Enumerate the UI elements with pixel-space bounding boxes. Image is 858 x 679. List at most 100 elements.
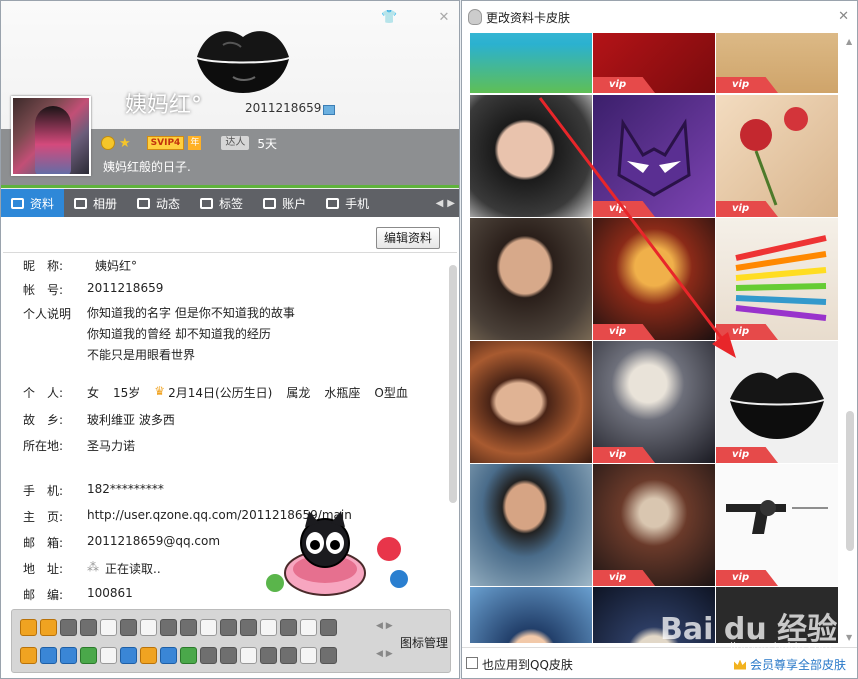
- diamond-icon[interactable]: [140, 619, 157, 636]
- game-icon[interactable]: [40, 619, 57, 636]
- play-icon[interactable]: [180, 647, 197, 664]
- cow-icon[interactable]: [100, 647, 117, 664]
- diamond-icon[interactable]: [160, 619, 177, 636]
- tab-tags[interactable]: 标签: [190, 189, 253, 217]
- vip-tag: vip: [716, 77, 778, 93]
- email-label: 邮 箱:: [23, 536, 64, 550]
- chevron-right-icon[interactable]: ▶: [447, 198, 455, 209]
- homepage-label: 主 页:: [23, 510, 64, 524]
- qzone-icon[interactable]: [40, 647, 57, 664]
- tab-feed[interactable]: 动态: [127, 189, 190, 217]
- camera-icon[interactable]: [60, 647, 77, 664]
- mobile-icon[interactable]: [160, 647, 177, 664]
- info-row-nick: 昵 称: 姨妈红°: [23, 257, 137, 274]
- smile-icon[interactable]: [101, 136, 115, 150]
- download-icon[interactable]: [320, 619, 337, 636]
- farm-icon[interactable]: [80, 647, 97, 664]
- heart-icon[interactable]: [280, 619, 297, 636]
- skin-icon[interactable]: [320, 647, 337, 664]
- scrollbar-thumb[interactable]: [449, 265, 457, 503]
- diamond-icon[interactable]: [200, 619, 217, 636]
- shield-icon[interactable]: [240, 647, 257, 664]
- birthday: ♛ 2月14日(公历生日): [154, 384, 272, 401]
- nick-value: 姨妈红°: [95, 259, 138, 273]
- tab-scroll[interactable]: ◀ ▶: [436, 189, 459, 217]
- skin-thumb-hawkeye[interactable]: vip: [593, 95, 715, 217]
- camera-icon[interactable]: [280, 647, 297, 664]
- skin-thumb-actor-2[interactable]: [470, 464, 592, 586]
- app-icon[interactable]: [200, 647, 217, 664]
- diamond-icon[interactable]: [260, 619, 277, 636]
- close-icon[interactable]: ✕: [437, 11, 451, 25]
- blood-type: O型血: [374, 386, 408, 400]
- skin-thumb-lips[interactable]: vip: [716, 341, 838, 463]
- album-icon: [74, 197, 88, 209]
- skin-thumb-actress-2[interactable]: [470, 341, 592, 463]
- diamond-icon[interactable]: [300, 619, 317, 636]
- accent-line: [1, 185, 459, 188]
- tab-account[interactable]: 账户: [253, 189, 316, 217]
- skin-thumb-game-feathers[interactable]: vip: [593, 464, 715, 586]
- skin-thumb-pencils[interactable]: vip: [716, 218, 838, 340]
- close-icon[interactable]: ✕: [838, 9, 849, 24]
- star-icon[interactable]: ★: [119, 136, 131, 151]
- diamond-icon[interactable]: [220, 619, 237, 636]
- profile-card-window: 👕 ✕ 姨妈红° 2011218659 ★ SVIP4 年 达人 5天 姨妈红般…: [0, 0, 460, 679]
- star-icon[interactable]: [240, 619, 257, 636]
- heart-icon[interactable]: [80, 619, 97, 636]
- qq-number-icon[interactable]: [323, 105, 335, 115]
- skin-thumb-revolver[interactable]: vip: [716, 464, 838, 586]
- apply-to-qq-checkbox[interactable]: [466, 657, 478, 669]
- baidu-watermark-url: jingyan.baidu.com: [730, 640, 832, 653]
- music-icon[interactable]: [260, 647, 277, 664]
- info-row-address: 地 址: ⁂ 正在读取..: [23, 560, 161, 577]
- music-icon[interactable]: [180, 619, 197, 636]
- skin-thumb-cartoon[interactable]: [470, 587, 592, 643]
- tab-phone[interactable]: 手机: [316, 189, 379, 217]
- skin-thumb-rose[interactable]: vip: [716, 95, 838, 217]
- daren-badge[interactable]: 达人: [221, 136, 250, 150]
- skin-thumb-game-girl[interactable]: vip: [593, 341, 715, 463]
- vip-all-skins-link[interactable]: 会员尊享全部皮肤: [734, 656, 846, 673]
- vip-all-label: 会员尊享全部皮肤: [750, 658, 847, 672]
- skin-thumb-lotus[interactable]: [470, 33, 592, 93]
- avatar[interactable]: [11, 96, 91, 176]
- icons-row-1-scroll[interactable]: ◀ ▶: [376, 621, 393, 631]
- scroll-down-icon[interactable]: ▼: [846, 633, 852, 642]
- heart-icon[interactable]: [60, 619, 77, 636]
- skin-thumb-paper[interactable]: vip: [716, 33, 838, 93]
- star-sign: 水瓶座: [324, 386, 361, 400]
- skin-thumb-actor[interactable]: [470, 218, 592, 340]
- wallet-icon[interactable]: [140, 647, 157, 664]
- graduation-icon[interactable]: [220, 647, 237, 664]
- crown-icon: [734, 659, 746, 670]
- icons-manage-link[interactable]: 图标管理: [400, 634, 448, 651]
- svip-year-badge[interactable]: 年: [188, 136, 202, 150]
- skin-scrollbar-thumb[interactable]: [846, 411, 854, 551]
- qq-penguin-icon: [468, 9, 482, 25]
- apply-to-qq-label[interactable]: 也应用到QQ皮肤: [482, 656, 573, 673]
- skin-thumb-actress[interactable]: [470, 95, 592, 217]
- svip-badge[interactable]: SVIP4: [146, 136, 185, 150]
- tab-album[interactable]: 相册: [64, 189, 127, 217]
- skin-shirt-icon[interactable]: 👕: [381, 11, 397, 25]
- skin-thumb-game-warrior[interactable]: vip: [593, 218, 715, 340]
- edit-profile-button[interactable]: 编辑资料: [376, 227, 440, 249]
- vip-tag: vip: [593, 447, 655, 463]
- pencils-icon: [735, 235, 827, 321]
- mail-icon[interactable]: [120, 647, 137, 664]
- diamond-icon[interactable]: [100, 619, 117, 636]
- desc-line: 不能只是用眼看世界: [87, 348, 196, 362]
- star-icon[interactable]: [20, 647, 37, 664]
- photo-icon[interactable]: [300, 647, 317, 664]
- qq-show-icon[interactable]: [20, 619, 37, 636]
- tab-profile[interactable]: 资料: [1, 189, 65, 217]
- icons-row-2-scroll[interactable]: ◀ ▶: [376, 649, 393, 659]
- diamond-icon[interactable]: [120, 619, 137, 636]
- chevron-left-icon[interactable]: ◀: [436, 198, 444, 209]
- scroll-up-icon[interactable]: ▲: [846, 37, 852, 46]
- rose-icon: [740, 107, 808, 206]
- signature[interactable]: 姨妈红般的日子.: [103, 158, 191, 175]
- skin-thumb-ironman[interactable]: vip: [593, 33, 715, 93]
- info-row-person: 个 人: 女 15岁 ♛ 2月14日(公历生日) 属龙 水瓶座 O型血: [23, 384, 408, 401]
